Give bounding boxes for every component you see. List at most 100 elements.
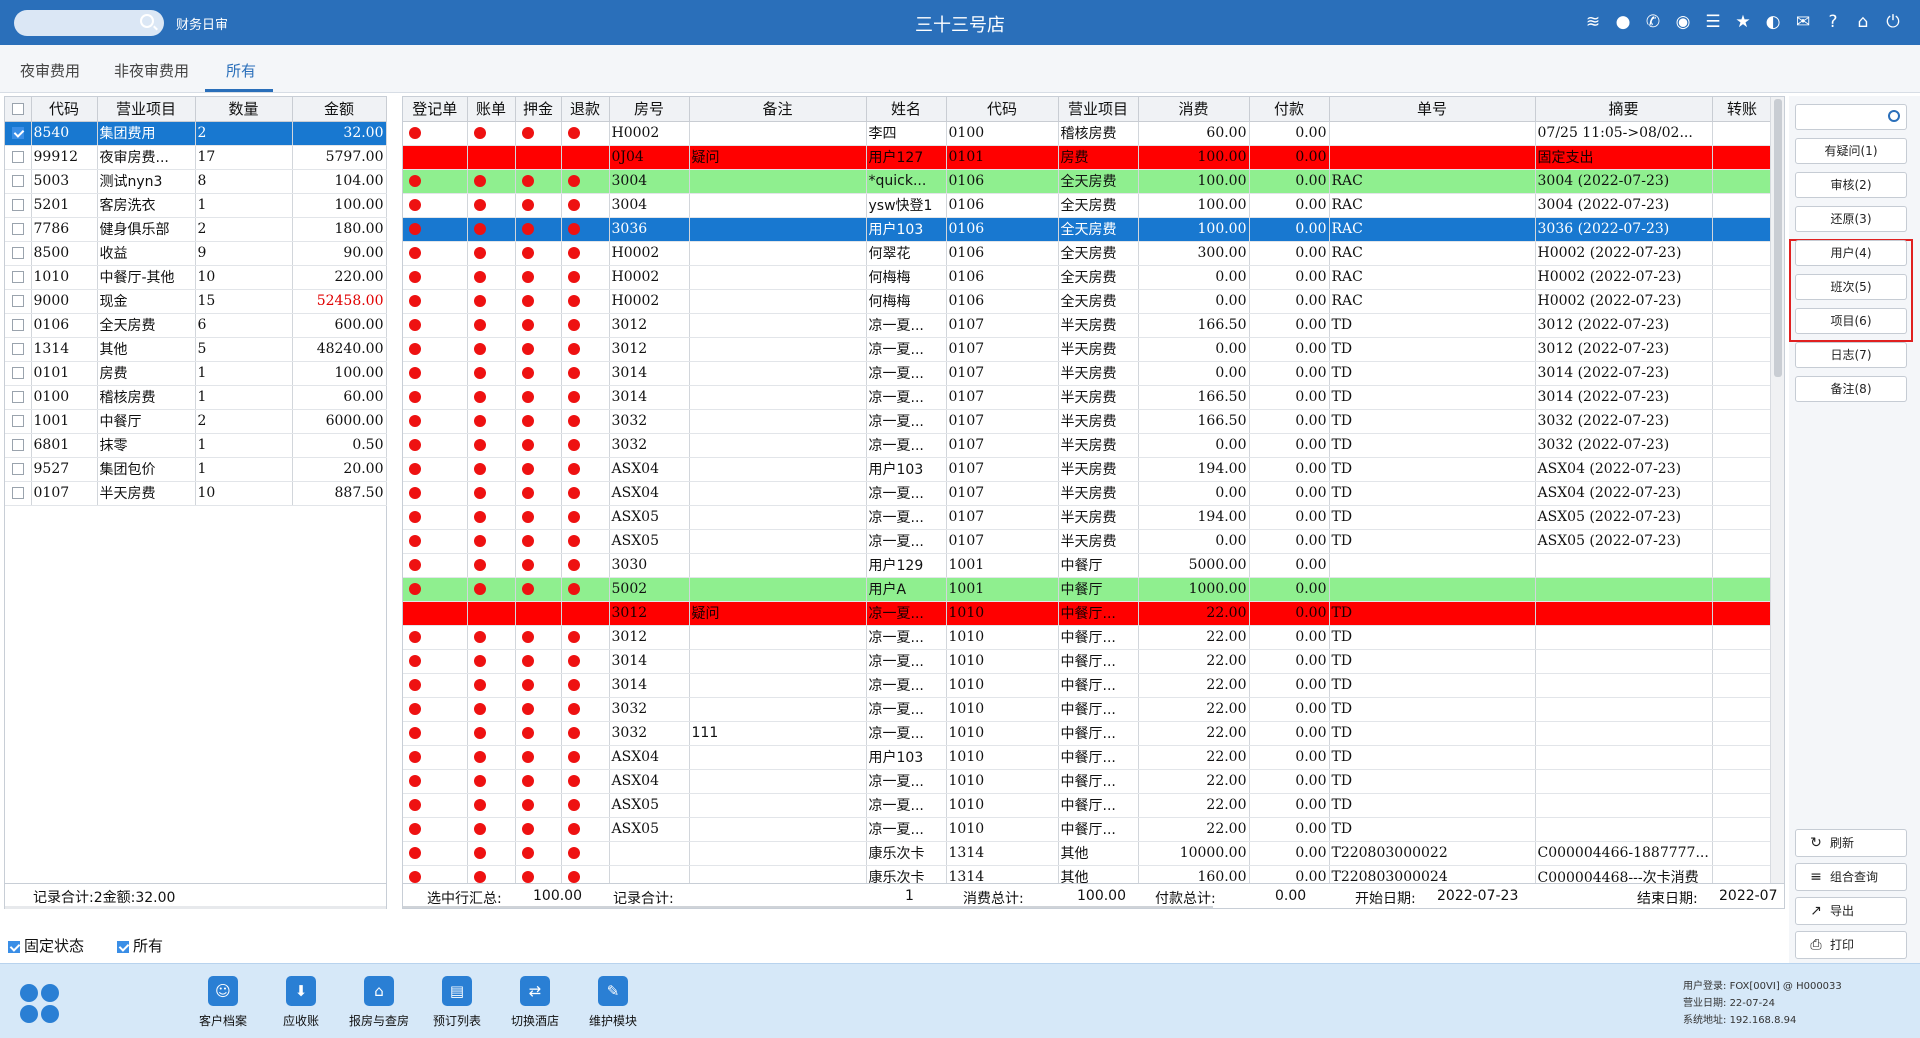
combined-query-button[interactable]: ≡ 组合查询 bbox=[1795, 863, 1907, 891]
column-header[interactable]: 代码 bbox=[31, 97, 98, 122]
row-checkbox[interactable] bbox=[5, 409, 32, 434]
table-row[interactable]: 康乐次卡 1314 其他 10000.00 0.00 T220803000022 C0000… bbox=[403, 841, 1773, 866]
menu-icon[interactable]: ☰ bbox=[1704, 11, 1722, 33]
table-row[interactable]: ASX04 用户103 1010 中餐厅... 22.00 0.00 TD bbox=[403, 745, 1773, 770]
column-header[interactable]: 数量 bbox=[195, 97, 293, 122]
row-checkbox[interactable] bbox=[5, 481, 32, 506]
row-checkbox[interactable] bbox=[5, 145, 32, 170]
table-row[interactable]: 3014 凉一夏... 0107 半天房费 166.50 0.00 TD 3014 (2022… bbox=[403, 385, 1773, 410]
table-row[interactable]: ASX05 凉一夏... 0107 半天房费 194.00 0.00 TD ASX05 (20… bbox=[403, 505, 1773, 530]
table-row[interactable]: 8500 收益 9 90.00 bbox=[5, 241, 387, 266]
column-header[interactable]: 金额 bbox=[292, 97, 387, 122]
table-row[interactable]: 6801 抹零 1 0.50 bbox=[5, 433, 387, 458]
row-checkbox[interactable] bbox=[5, 169, 32, 194]
table-row[interactable]: ASX04 凉一夏... 1010 中餐厅... 22.00 0.00 TD bbox=[403, 769, 1773, 794]
table-row[interactable]: 3012 疑问 凉一夏... 1010 中餐厅... 22.00 0.00 TD bbox=[403, 601, 1773, 626]
horizontal-scrollbar[interactable] bbox=[5, 906, 386, 909]
all-checkbox[interactable]: 所有 bbox=[117, 935, 163, 956]
mail-icon[interactable]: ✉ bbox=[1794, 11, 1812, 33]
audit-button[interactable]: 审核(2) bbox=[1795, 172, 1907, 198]
table-row[interactable]: 3036 用户103 0106 全天房费 100.00 0.00 RAC 3036 (2022… bbox=[403, 217, 1773, 242]
column-header[interactable]: 备注 bbox=[689, 97, 867, 122]
table-row[interactable]: 3032 凉一夏... 0107 半天房费 166.50 0.00 TD 3032 (2022… bbox=[403, 409, 1773, 434]
table-row[interactable]: 3014 凉一夏... 1010 中餐厅... 22.00 0.00 TD bbox=[403, 649, 1773, 674]
table-row[interactable]: 99912 夜审房费... 17 5797.00 bbox=[5, 145, 387, 170]
vertical-scrollbar[interactable] bbox=[1770, 97, 1784, 883]
checkbox[interactable] bbox=[117, 940, 129, 953]
table-row[interactable]: ASX05 凉一夏... 1010 中餐厅... 22.00 0.00 TD bbox=[403, 793, 1773, 818]
star-icon[interactable]: ★ bbox=[1734, 11, 1752, 33]
export-button[interactable]: ↗ 导出 bbox=[1795, 897, 1907, 925]
column-header[interactable]: 代码 bbox=[946, 97, 1059, 122]
row-checkbox[interactable] bbox=[5, 241, 32, 266]
table-row[interactable]: 8540 集团费用 2 32.00 bbox=[5, 121, 387, 146]
search-icon[interactable] bbox=[1888, 110, 1900, 122]
table-row[interactable]: 3032 凉一夏... 0107 半天房费 0.00 0.00 TD 3032 (2022-0… bbox=[403, 433, 1773, 458]
questionable-button[interactable]: 有疑问(1) bbox=[1795, 138, 1907, 164]
shift-filter-button[interactable]: 班次(5) bbox=[1795, 274, 1907, 300]
tab-non-night-audit-fees[interactable]: 非夜审费用 bbox=[110, 60, 193, 81]
reservation-list-button[interactable]: ▤ 预订列表 bbox=[420, 976, 494, 1029]
table-row[interactable]: H0002 何梅梅 0106 全天房费 0.00 0.00 RAC H0002 (2022-0… bbox=[403, 289, 1773, 314]
chat-icon[interactable]: ● bbox=[1614, 11, 1632, 33]
checkbox[interactable] bbox=[8, 940, 20, 953]
column-header[interactable]: 付款 bbox=[1249, 97, 1330, 122]
switch-hotel-button[interactable]: ⇄ 切换酒店 bbox=[498, 976, 572, 1029]
column-header[interactable]: 营业项目 bbox=[97, 97, 196, 122]
table-row[interactable]: 3004 *quick... 0106 全天房费 100.00 0.00 RAC 3004 (… bbox=[403, 169, 1773, 194]
home-icon[interactable]: ⌂ bbox=[1854, 11, 1872, 33]
table-row[interactable]: ASX04 凉一夏... 0107 半天房费 0.00 0.00 TD ASX04 (2022… bbox=[403, 481, 1773, 506]
remark-button[interactable]: 备注(8) bbox=[1795, 376, 1907, 402]
table-row[interactable]: 1001 中餐厅 2 6000.00 bbox=[5, 409, 387, 434]
table-row[interactable]: 5002 用户A 1001 中餐厅 1000.00 0.00 bbox=[403, 577, 1773, 602]
column-header[interactable]: 单号 bbox=[1329, 97, 1536, 122]
side-search-input[interactable] bbox=[1795, 104, 1907, 130]
table-row[interactable]: 3030 用户129 1001 中餐厅 5000.00 0.00 bbox=[403, 553, 1773, 578]
tab-night-audit-fees[interactable]: 夜审费用 bbox=[16, 60, 84, 81]
row-checkbox[interactable] bbox=[5, 385, 32, 410]
theme-icon[interactable]: ◐ bbox=[1764, 11, 1782, 33]
table-row[interactable]: 7786 健身俱乐部 2 180.00 bbox=[5, 217, 387, 242]
table-row[interactable]: 1314 其他 5 48240.00 bbox=[5, 337, 387, 362]
column-header[interactable]: 摘要 bbox=[1535, 97, 1713, 122]
table-row[interactable]: 1010 中餐厅-其他 10 220.00 bbox=[5, 265, 387, 290]
power-icon[interactable]: ⏻ bbox=[1884, 11, 1902, 33]
restore-button[interactable]: 还原(3) bbox=[1795, 206, 1907, 232]
log-button[interactable]: 日志(7) bbox=[1795, 342, 1907, 368]
user-filter-button[interactable]: 用户(4) bbox=[1795, 240, 1907, 266]
receivables-button[interactable]: ⬇ 应收账 bbox=[264, 976, 338, 1029]
row-checkbox[interactable] bbox=[5, 457, 32, 482]
table-row[interactable]: 3012 凉一夏... 0107 半天房费 166.50 0.00 TD 3012 (2022… bbox=[403, 313, 1773, 338]
table-row[interactable]: ASX05 凉一夏... 1010 中餐厅... 22.00 0.00 TD bbox=[403, 817, 1773, 842]
row-checkbox[interactable] bbox=[5, 193, 32, 218]
row-checkbox[interactable] bbox=[5, 265, 32, 290]
table-row[interactable]: 3014 凉一夏... 0107 半天房费 0.00 0.00 TD 3014 (2022-0… bbox=[403, 361, 1773, 386]
table-row[interactable]: 3012 凉一夏... 0107 半天房费 0.00 0.00 TD 3012 (2022-0… bbox=[403, 337, 1773, 362]
table-row[interactable]: 9000 现金 15 52458.00 bbox=[5, 289, 387, 314]
fixed-status-checkbox[interactable]: 固定状态 bbox=[8, 935, 84, 956]
row-checkbox[interactable] bbox=[5, 217, 32, 242]
table-row[interactable]: 0106 全天房费 6 600.00 bbox=[5, 313, 387, 338]
column-header[interactable]: 退款 bbox=[561, 97, 610, 122]
table-row[interactable]: 9527 集团包价 1 20.00 bbox=[5, 457, 387, 482]
maintenance-button[interactable]: ✎ 维护模块 bbox=[576, 976, 650, 1029]
tab-all[interactable]: 所有 bbox=[222, 60, 260, 81]
table-row[interactable]: 3012 凉一夏... 1010 中餐厅... 22.00 0.00 TD bbox=[403, 625, 1773, 650]
item-filter-button[interactable]: 项目(6) bbox=[1795, 308, 1907, 334]
table-row[interactable]: 3032 111 凉一夏... 1010 中餐厅... 22.00 0.00 TD bbox=[403, 721, 1773, 746]
customer-profile-button[interactable]: ☺ 客户档案 bbox=[186, 976, 260, 1029]
table-row[interactable]: 3004 ysw快登1 0106 全天房费 100.00 0.00 RAC 3004 (202… bbox=[403, 193, 1773, 218]
table-row[interactable]: 0J04 疑问 用户127 0101 房费 100.00 0.00 固定支出 bbox=[403, 145, 1773, 170]
column-header[interactable]: 转账 bbox=[1712, 97, 1773, 122]
table-row[interactable]: 0100 稽核房费 1 60.00 bbox=[5, 385, 387, 410]
table-row[interactable]: 5201 客房洗衣 1 100.00 bbox=[5, 193, 387, 218]
column-header[interactable]: 姓名 bbox=[866, 97, 947, 122]
table-row[interactable]: H0002 何翠花 0106 全天房费 300.00 0.00 RAC H0002 (2022… bbox=[403, 241, 1773, 266]
row-checkbox[interactable] bbox=[5, 337, 32, 362]
horizontal-scrollbar[interactable] bbox=[403, 906, 1213, 908]
wifi-icon[interactable]: ≋ bbox=[1584, 11, 1602, 33]
print-button[interactable]: ⎙ 打印 bbox=[1795, 931, 1907, 959]
table-row[interactable]: 3014 凉一夏... 1010 中餐厅... 22.00 0.00 TD bbox=[403, 673, 1773, 698]
select-all-checkbox[interactable] bbox=[5, 97, 32, 122]
table-row[interactable]: 0101 房费 1 100.00 bbox=[5, 361, 387, 386]
